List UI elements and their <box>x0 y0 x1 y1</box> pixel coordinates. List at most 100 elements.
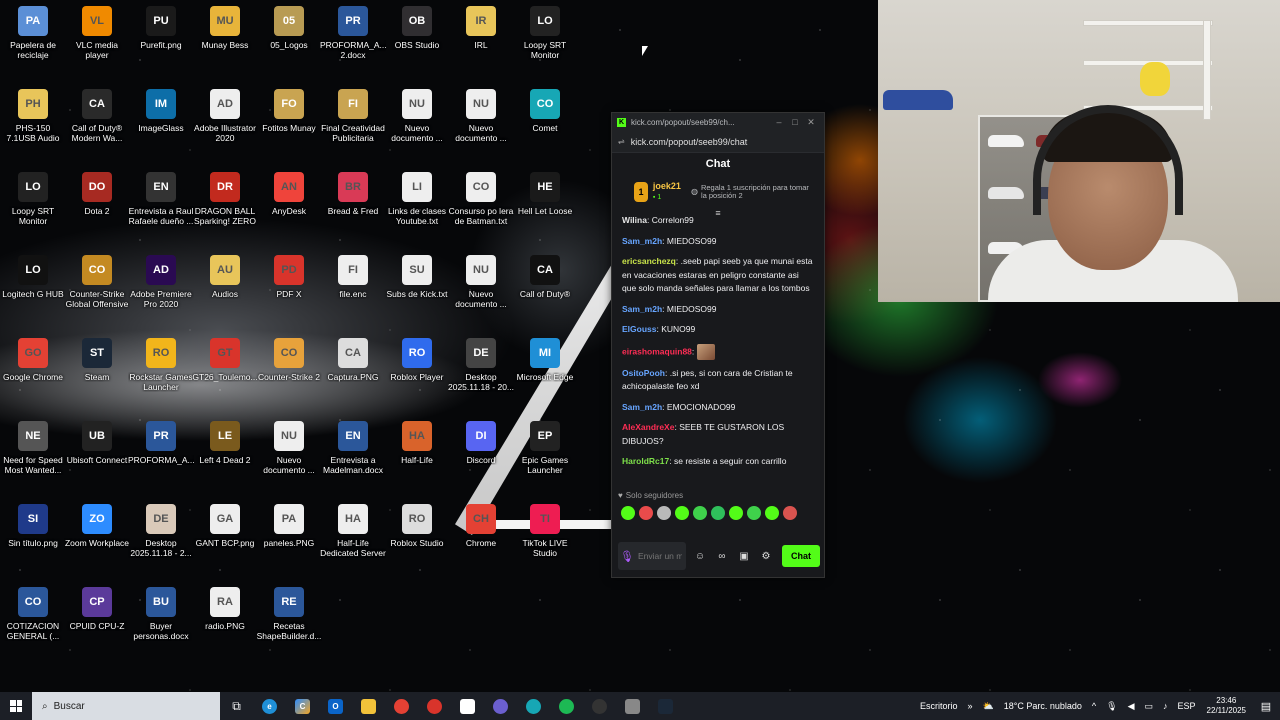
chat-username[interactable]: Sam_m2h <box>622 236 662 246</box>
taskbar-outlook[interactable]: O <box>319 692 352 720</box>
desktop-toolbar-label[interactable]: Escritorio <box>915 701 963 711</box>
minimize-icon[interactable]: – <box>771 117 787 127</box>
chat-input-box[interactable]: 🎙 <box>618 542 686 570</box>
desktop-icon[interactable]: LO Loopy SRT Monitor <box>512 6 578 60</box>
chat-username[interactable]: ElGouss <box>622 324 656 334</box>
sound-icon[interactable]: ♪ <box>1158 701 1173 711</box>
emote-7[interactable] <box>729 506 743 520</box>
maximize-icon[interactable]: □ <box>787 117 803 127</box>
desktop-icon[interactable]: FO Fotitos Munay <box>256 89 322 133</box>
desktop-icon[interactable]: SU Subs de Kick.txt <box>384 255 450 299</box>
taskbar-file[interactable] <box>451 692 484 720</box>
desktop-icon[interactable]: LO Loopy SRT Monitor <box>0 172 66 226</box>
desktop-icon[interactable]: HE Hell Let Loose <box>512 172 578 216</box>
desktop-icon[interactable]: AU Audios <box>192 255 258 299</box>
taskbar-copilot[interactable]: C <box>286 692 319 720</box>
desktop-icon[interactable]: PD PDF X <box>256 255 322 299</box>
desktop-icon[interactable]: NU Nuevo documento ... <box>384 89 450 143</box>
microphone-icon[interactable]: 🎙 <box>620 549 634 563</box>
microphone-tray-icon[interactable]: 🎙 <box>1101 701 1122 712</box>
desktop-icon[interactable]: MI Microsoft Edge <box>512 338 578 382</box>
desktop-icon[interactable]: FI file.enc <box>320 255 386 299</box>
tray-overflow-icon[interactable]: » <box>963 701 978 711</box>
desktop-icon[interactable]: IR IRL <box>448 6 514 50</box>
notifications-icon[interactable]: ▤ <box>1252 700 1280 713</box>
desktop-icon[interactable]: CA Captura.PNG <box>320 338 386 382</box>
emote-8[interactable] <box>747 506 761 520</box>
start-button[interactable] <box>0 692 32 720</box>
clock[interactable]: 23:46 22/11/2025 <box>1201 696 1252 716</box>
gift-button-icon[interactable]: ▣ <box>736 548 752 564</box>
taskbar-obs-2[interactable] <box>583 692 616 720</box>
taskbar-obs[interactable] <box>484 692 517 720</box>
desktop-icon[interactable]: CO Consurso po lera de Batman.txt <box>448 172 514 226</box>
chat-message-list[interactable]: Wilina: Correlon99 Sam_m2h: MIEDOSO99 eric… <box>612 217 824 487</box>
chat-username[interactable]: Wilina <box>622 217 647 225</box>
taskbar-search[interactable]: ⌕ Buscar <box>32 692 220 720</box>
taskbar-edge[interactable]: e <box>253 692 286 720</box>
desktop-icon[interactable]: RA radio.PNG <box>192 587 258 631</box>
close-icon[interactable]: ✕ <box>803 117 819 128</box>
desktop-icon[interactable]: GO Google Chrome <box>0 338 66 382</box>
desktop-icon[interactable]: TI TikTok LIVE Studio <box>512 504 578 558</box>
desktop-icon[interactable]: PA Papelera de reciclaje <box>0 6 66 60</box>
chat-username[interactable]: Sam_m2h <box>622 304 662 314</box>
desktop-icon[interactable]: DO Dota 2 <box>64 172 130 216</box>
desktop-icon[interactable]: PU Purefit.png <box>128 6 194 50</box>
url-bar[interactable]: ⇌ kick.com/popout/seeb99/chat <box>612 131 824 153</box>
site-info-icon[interactable]: ⇌ <box>618 137 625 146</box>
send-chat-button[interactable]: Chat <box>782 545 820 567</box>
gift-promo[interactable]: ◍ Regala 1 suscripción para tomar la pos… <box>691 184 816 200</box>
chat-username[interactable]: AleXandreXe <box>622 422 674 432</box>
desktop-icon[interactable]: LO Logitech G HUB <box>0 255 66 299</box>
weather-text[interactable]: 18°C Parc. nublado <box>999 701 1087 711</box>
emote-6[interactable] <box>711 506 725 520</box>
desktop-icon[interactable]: CA Call of Duty® <box>512 255 578 299</box>
settings-gear-icon[interactable]: ⚙ <box>758 548 774 564</box>
pinned-collapse-icon[interactable]: ≡ <box>612 209 824 218</box>
desktop-icon[interactable]: CO COTIZACION GENERAL (... <box>0 587 66 641</box>
language-indicator[interactable]: ESP <box>1173 701 1201 711</box>
emote-4[interactable] <box>675 506 689 520</box>
desktop-icon[interactable]: CH Chrome <box>448 504 514 548</box>
network-icon[interactable]: ▭ <box>1140 701 1159 712</box>
chat-username[interactable]: HaroldRc17 <box>622 456 669 466</box>
desktop-icon[interactable]: CO Counter-Strike Global Offensive <box>64 255 130 309</box>
desktop-icon[interactable]: 05 05_Logos <box>256 6 322 50</box>
volume-icon[interactable]: ◀ <box>1123 701 1140 712</box>
desktop-icon[interactable]: PR PROFORMA_A...VITAIN 2.docx <box>320 6 386 60</box>
desktop-icon[interactable]: HA Half-Life Dedicated Server <box>320 504 386 558</box>
desktop-icon[interactable]: BU Buyer personas.docx <box>128 587 194 641</box>
desktop-icon[interactable]: RO Roblox Player <box>384 338 450 382</box>
desktop-icon[interactable]: NU Nuevo documento ... <box>448 255 514 309</box>
desktop-icon[interactable]: FI Final Creatividad Publicitaria <box>320 89 386 143</box>
taskbar-spotify[interactable] <box>550 692 583 720</box>
emote-10[interactable] <box>783 506 797 520</box>
chat-message-input[interactable] <box>638 551 682 561</box>
desktop-icon[interactable]: CO Comet <box>512 89 578 133</box>
desktop-icon[interactable]: GA GANT BCP.png <box>192 504 258 548</box>
desktop-icon[interactable]: NE Need for Speed Most Wanted... <box>0 421 66 475</box>
desktop-icon[interactable]: CA Call of Duty® Modern Wa... <box>64 89 130 143</box>
chat-window-titlebar[interactable]: K kick.com/popout/seeb99/ch... – □ ✕ <box>612 113 824 131</box>
desktop-icon[interactable]: LE Left 4 Dead 2 <box>192 421 258 465</box>
emote-5[interactable] <box>693 506 707 520</box>
desktop-icon[interactable]: AD Adobe Premiere Pro 2020 <box>128 255 194 309</box>
desktop-icon[interactable]: PR PROFORMA_A...VITAIN.docx <box>128 421 194 465</box>
task-view-icon[interactable]: ⧉ <box>220 692 253 720</box>
chat-username[interactable]: OsitoPooh <box>622 368 665 378</box>
emote-2[interactable] <box>639 506 653 520</box>
desktop-icon[interactable]: UB Ubisoft Connect <box>64 421 130 465</box>
chat-username[interactable]: eirashomaquin88 <box>622 346 692 356</box>
desktop-icon[interactable]: AN AnyDesk <box>256 172 322 216</box>
desktop-icon[interactable]: MU Munay Bess <box>192 6 258 50</box>
desktop-icon[interactable]: EN Entrevista a Raul Rafaele dueño ... <box>128 172 194 226</box>
taskbar-comet[interactable] <box>517 692 550 720</box>
emote-1[interactable] <box>621 506 635 520</box>
desktop-icon[interactable]: RO Rockstar Games Launcher <box>128 338 194 392</box>
desktop-icon[interactable]: VL VLC media player <box>64 6 130 60</box>
desktop-icon[interactable]: ST Steam <box>64 338 130 382</box>
chat-username[interactable]: ericsanchezq <box>622 256 676 266</box>
desktop-icon[interactable]: DR DRAGON BALL Sparking! ZERO <box>192 172 258 226</box>
emote-picker-icon[interactable]: ☺ <box>692 548 708 564</box>
